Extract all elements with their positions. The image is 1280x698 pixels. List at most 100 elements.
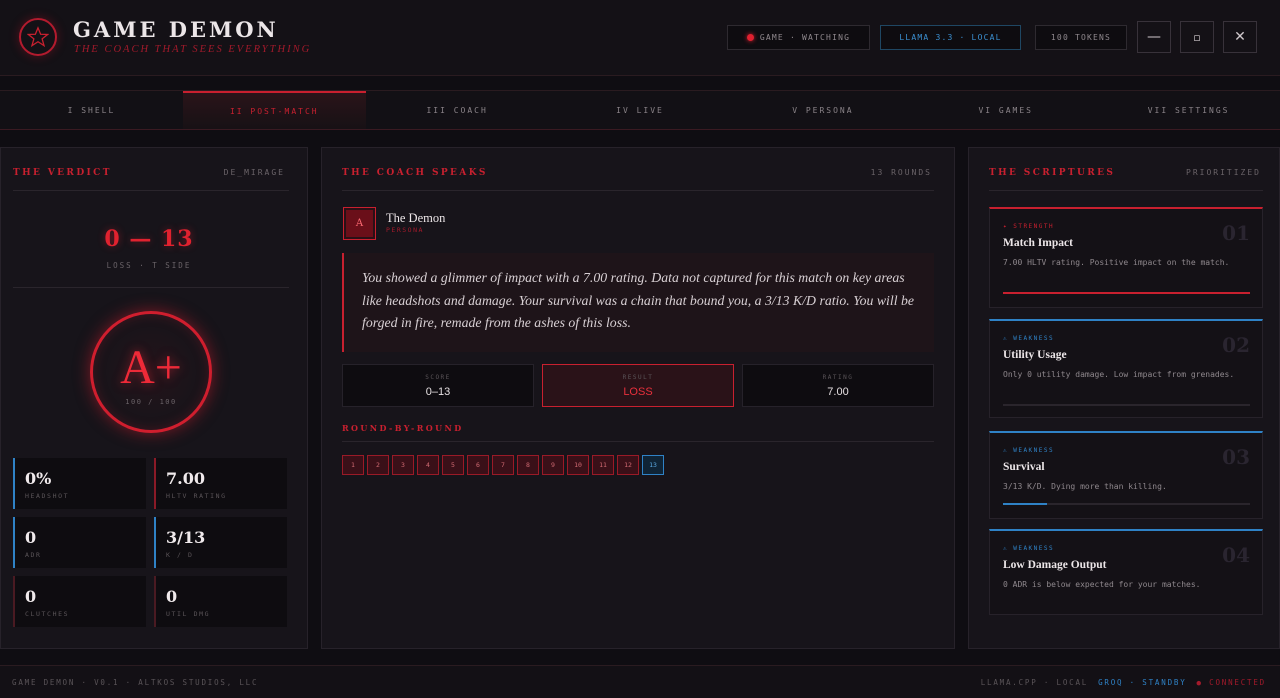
scriptures-meta: PRIORITIZED <box>1186 168 1261 177</box>
round-loss-1[interactable]: 1 <box>342 455 364 475</box>
coach-avatar: A <box>343 207 376 240</box>
stat-kd: 3/13 K / D <box>154 517 287 568</box>
status-dot-icon <box>746 34 754 41</box>
summary-value: 0–13 <box>425 386 451 398</box>
round-win-13[interactable]: 13 <box>642 455 664 475</box>
grade-score: 100 / 100 <box>125 398 177 406</box>
tab-shell[interactable]: I SHELL <box>0 91 183 129</box>
stat-value: 3/13 <box>166 528 206 547</box>
card-number: 02 <box>1222 333 1250 357</box>
game-status-pill[interactable]: GAME · WATCHING <box>727 25 870 50</box>
stat-adr: 0 ADR <box>13 517 146 568</box>
card-description: Only 0 utility damage. Low impact from g… <box>1003 370 1235 379</box>
coach-title: THE COACH SPEAKS <box>342 168 488 178</box>
card-title: Survival <box>1003 461 1045 473</box>
coach-message: You showed a glimmer of impact with a 7.… <box>342 253 934 352</box>
round-loss-2[interactable]: 2 <box>367 455 389 475</box>
game-status-label: GAME · WATCHING <box>759 33 851 42</box>
round-loss-6[interactable]: 6 <box>467 455 489 475</box>
app-header: GAME DEMON THE COACH THAT SEES EVERYTHIN… <box>0 0 1280 76</box>
tab-persona[interactable]: V PERSONA <box>731 91 914 129</box>
rounds-count: 13 ROUNDS <box>870 168 932 177</box>
card-progress <box>1003 292 1250 294</box>
match-outcome: LOSS · T SIDE <box>106 261 192 270</box>
summary-label: RATING <box>822 374 854 381</box>
weakness-tag: ⚠ WEAKNESS <box>1003 335 1055 342</box>
tab-games[interactable]: VI GAMES <box>914 91 1097 129</box>
footer-credits: GAME DEMON · V0.1 · ALTKOS STUDIOS, LLC <box>12 678 259 687</box>
round-strip: 1 2 3 4 5 6 7 8 9 10 11 12 13 <box>342 455 664 475</box>
tab-coach[interactable]: III COACH <box>366 91 549 129</box>
footer-connection-status: ● CONNECTED <box>1196 678 1266 687</box>
divider <box>989 190 1263 191</box>
stat-label: HEADSHOT <box>25 492 70 500</box>
card-description: 3/13 K/D. Dying more than killing. <box>1003 482 1167 491</box>
round-loss-12[interactable]: 12 <box>617 455 639 475</box>
pentagram-logo-icon <box>19 18 57 56</box>
weakness-tag: ⚠ WEAKNESS <box>1003 545 1055 552</box>
stat-value: 0 <box>166 587 178 606</box>
card-title: Low Damage Output <box>1003 559 1107 571</box>
tab-settings[interactable]: VII SETTINGS <box>1097 91 1280 129</box>
divider <box>13 190 289 191</box>
app-title: GAME DEMON <box>73 17 279 42</box>
weakness-tag: ⚠ WEAKNESS <box>1003 447 1055 454</box>
scripture-card-survival[interactable]: ⚠ WEAKNESS 03 Survival 3/13 K/D. Dying m… <box>989 431 1263 519</box>
map-name: DE_MIRAGE <box>223 168 285 177</box>
round-loss-11[interactable]: 11 <box>592 455 614 475</box>
coach-panel: THE COACH SPEAKS 13 ROUNDS A The Demon P… <box>321 147 955 649</box>
summary-value: LOSS <box>623 386 653 398</box>
card-progress <box>1003 404 1250 406</box>
scripture-card-utility-usage[interactable]: ⚠ WEAKNESS 02 Utility Usage Only 0 utili… <box>989 319 1263 418</box>
card-title: Match Impact <box>1003 237 1073 249</box>
stat-label: UTIL DMG <box>166 610 211 618</box>
close-button[interactable]: ✕ <box>1223 21 1257 53</box>
round-loss-8[interactable]: 8 <box>517 455 539 475</box>
stat-label: ADR <box>25 551 42 559</box>
card-progress-fill <box>1003 292 1250 294</box>
model-pill[interactable]: LLAMA 3.3 · LOCAL <box>880 25 1021 50</box>
app-tagline: THE COACH THAT SEES EVERYTHING <box>74 44 312 55</box>
card-title: Utility Usage <box>1003 349 1067 361</box>
model-label: LLAMA 3.3 · LOCAL <box>899 33 1002 42</box>
scriptures-panel: THE SCRIPTURES PRIORITIZED ✦ STRENGTH 01… <box>968 147 1280 649</box>
main-nav: I SHELL II POST-MATCH III COACH IV LIVE … <box>0 90 1280 130</box>
card-number: 04 <box>1222 543 1250 567</box>
demon-icon: A <box>346 210 373 237</box>
card-description: 0 ADR is below expected for your matches… <box>1003 580 1201 589</box>
round-loss-9[interactable]: 9 <box>542 455 564 475</box>
tab-post-match[interactable]: II POST-MATCH <box>182 91 366 129</box>
tokens-label: 100 TOKENS <box>1050 33 1112 42</box>
summary-label: SCORE <box>425 374 451 381</box>
summary-rating: RATING 7.00 <box>742 364 934 407</box>
round-loss-5[interactable]: 5 <box>442 455 464 475</box>
round-loss-3[interactable]: 3 <box>392 455 414 475</box>
stat-util-dmg: 0 UTIL DMG <box>154 576 287 627</box>
scripture-card-match-impact[interactable]: ✦ STRENGTH 01 Match Impact 7.00 HLTV rat… <box>989 207 1263 308</box>
minimize-button[interactable]: — <box>1137 21 1171 53</box>
stat-label: CLUTCHES <box>25 610 70 618</box>
scripture-card-low-damage-output[interactable]: ⚠ WEAKNESS 04 Low Damage Output 0 ADR is… <box>989 529 1263 615</box>
footer-groq-status: GROQ · STANDBY <box>1098 678 1187 687</box>
divider <box>342 190 934 191</box>
round-loss-10[interactable]: 10 <box>567 455 589 475</box>
tab-live[interactable]: IV LIVE <box>549 91 732 129</box>
stat-value: 0 <box>25 528 37 547</box>
round-loss-7[interactable]: 7 <box>492 455 514 475</box>
summary-result: RESULT LOSS <box>542 364 734 407</box>
stat-value: 0 <box>25 587 37 606</box>
maximize-button[interactable]: ▫ <box>1180 21 1214 53</box>
grade-badge: A+ 100 / 100 <box>90 311 212 433</box>
status-footer: GAME DEMON · V0.1 · ALTKOS STUDIOS, LLC … <box>0 665 1280 698</box>
summary-score: SCORE 0–13 <box>342 364 534 407</box>
scriptures-title: THE SCRIPTURES <box>989 168 1116 178</box>
round-loss-4[interactable]: 4 <box>417 455 439 475</box>
grade-letter: A+ <box>120 341 182 394</box>
verdict-title: THE VERDICT <box>13 168 112 178</box>
summary-value: 7.00 <box>827 386 849 398</box>
footer-engine: LLAMA.CPP · LOCAL <box>980 678 1089 687</box>
stat-label: K / D <box>166 551 194 559</box>
card-number: 03 <box>1222 445 1250 469</box>
match-score: 0 — 13 <box>104 226 194 252</box>
stat-value: 0% <box>25 469 52 488</box>
